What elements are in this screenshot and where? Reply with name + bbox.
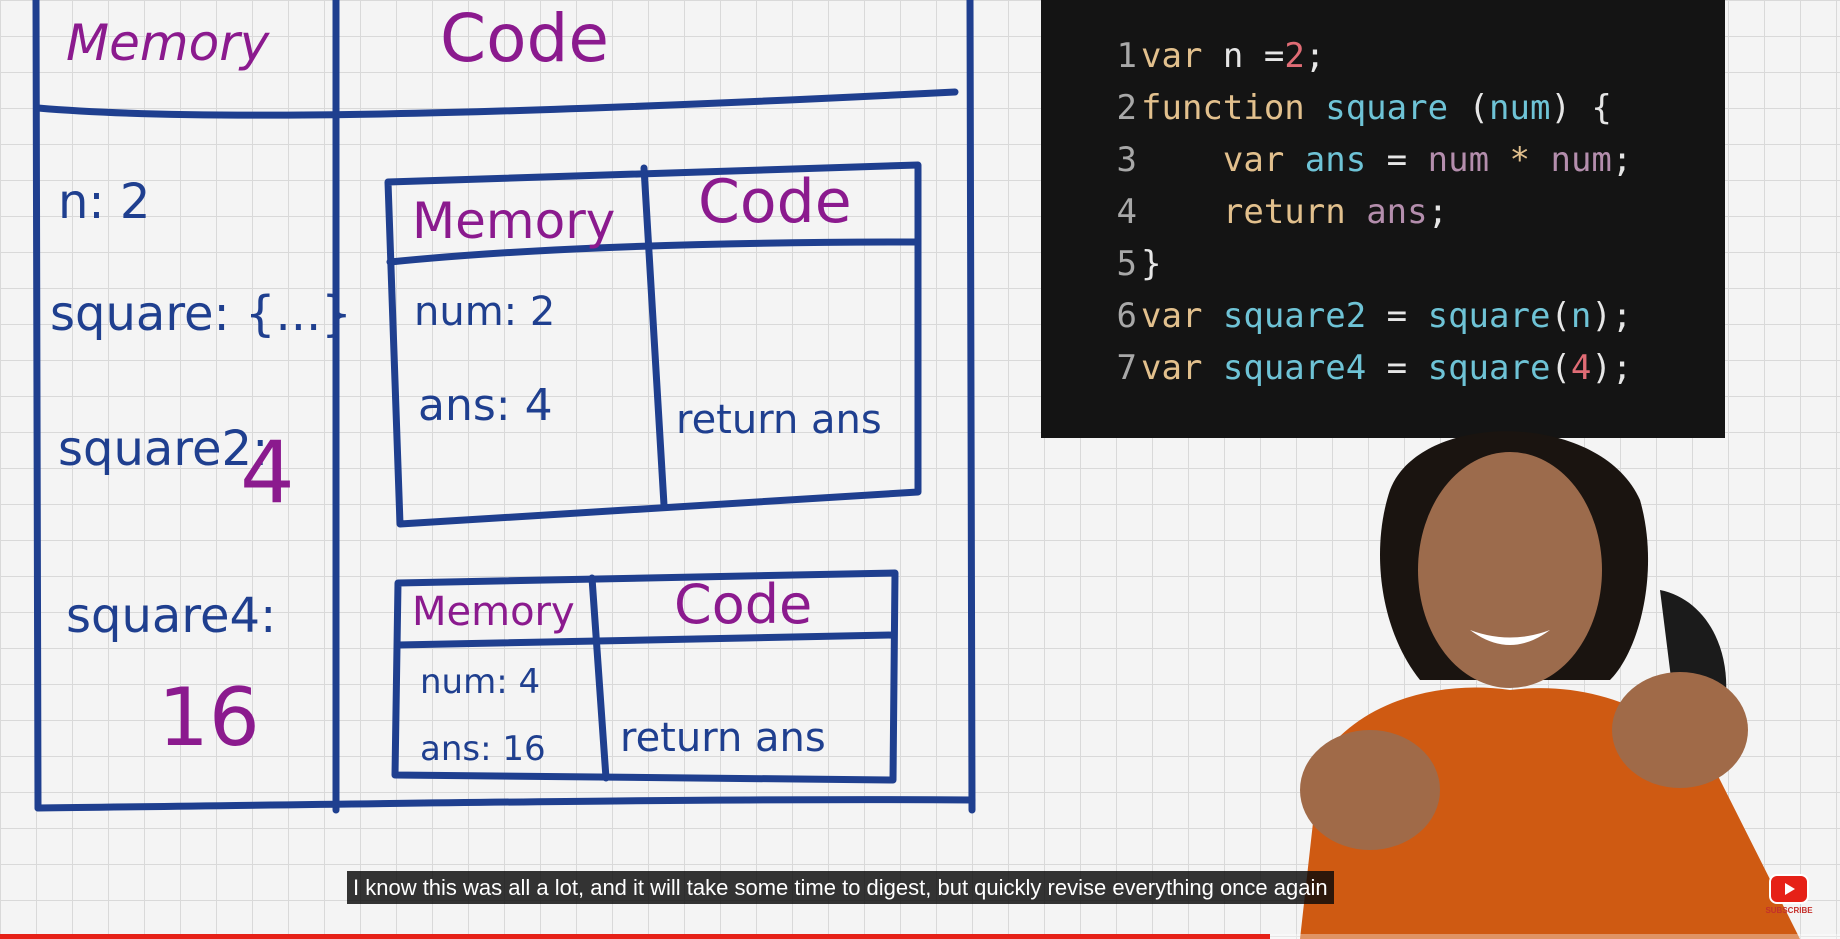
line-number: 5 bbox=[1116, 244, 1137, 284]
code-token: var bbox=[1141, 348, 1223, 388]
code-token: ); bbox=[1591, 296, 1633, 336]
code-token: num bbox=[1427, 140, 1510, 180]
line-number: 4 bbox=[1116, 192, 1137, 232]
code-token: ans bbox=[1304, 140, 1387, 180]
presenter-right-hand bbox=[1612, 672, 1748, 788]
global-square2-value: 4 bbox=[240, 423, 295, 523]
ctx1-num: num: 2 bbox=[414, 289, 556, 335]
ctx1-code-header: Code bbox=[698, 167, 852, 237]
code-token: square bbox=[1427, 296, 1551, 336]
code-token: = bbox=[1386, 348, 1428, 388]
outer-header-line bbox=[34, 88, 959, 119]
ctx2-memory-header: Memory bbox=[412, 589, 575, 635]
code-token: } bbox=[1141, 244, 1162, 284]
code-token: ans bbox=[1366, 192, 1428, 232]
ctx2-code-header: Code bbox=[674, 573, 813, 636]
global-square: square: {...} bbox=[50, 286, 352, 342]
code-token: var bbox=[1141, 296, 1223, 336]
code-line: 4 return ans; bbox=[1041, 186, 1449, 238]
code-line: 6 var square2 = square(n); bbox=[1041, 290, 1633, 342]
ctx2-num: num: 4 bbox=[420, 662, 541, 702]
code-token: square bbox=[1427, 348, 1551, 388]
code-token: square4 bbox=[1222, 348, 1387, 388]
code-token: function bbox=[1141, 88, 1326, 128]
code-line: 7 var square4 = square(4); bbox=[1041, 342, 1633, 394]
code-token: square2 bbox=[1222, 296, 1387, 336]
code-token: num bbox=[1489, 88, 1551, 128]
presenter-face bbox=[1418, 452, 1602, 688]
global-square4-value: 16 bbox=[158, 671, 260, 764]
line-number: 1 bbox=[1116, 36, 1137, 76]
subscribe-label: SUBSCRIBE bbox=[1765, 906, 1813, 915]
code-token: 2 bbox=[1284, 36, 1305, 76]
presenter-video bbox=[1300, 431, 1800, 939]
code-token: ( bbox=[1550, 296, 1571, 336]
code-line: 1 var n = 2; bbox=[1041, 30, 1326, 82]
ctx2-code: return ans bbox=[620, 715, 826, 761]
line-number: 6 bbox=[1116, 296, 1137, 336]
ctx1-ans: ans: 4 bbox=[418, 380, 553, 431]
ctx1-divider bbox=[640, 164, 668, 509]
code-line: 5} bbox=[1041, 238, 1162, 290]
subscribe-button[interactable]: SUBSCRIBE bbox=[1764, 874, 1814, 924]
code-token: n = bbox=[1222, 36, 1285, 76]
line-number: 3 bbox=[1116, 140, 1137, 180]
ctx2-divider bbox=[588, 574, 610, 782]
code-token: 4 bbox=[1570, 348, 1592, 388]
code-token: ) { bbox=[1550, 88, 1612, 128]
code-line: 3 var ans = num * num; bbox=[1041, 134, 1633, 186]
progress-bar[interactable] bbox=[0, 934, 1840, 939]
outer-code-header: Code bbox=[440, 0, 609, 77]
code-token: ; bbox=[1427, 192, 1449, 232]
outer-memory-header: Memory bbox=[66, 14, 270, 72]
line-number: 2 bbox=[1116, 88, 1137, 128]
global-square2-label: square2: bbox=[58, 421, 269, 477]
global-square4-label: square4: bbox=[66, 588, 277, 644]
code-token: var bbox=[1222, 140, 1305, 180]
outer-left-border bbox=[32, 0, 42, 812]
code-token: ; bbox=[1304, 36, 1326, 76]
global-n: n: 2 bbox=[58, 174, 151, 230]
whiteboard: Memory Code n: 2 square: {...} square2: … bbox=[0, 0, 1000, 939]
code-line: 2 function square (num) { bbox=[1041, 82, 1612, 134]
code-token: ( bbox=[1468, 88, 1490, 128]
code-token: ( bbox=[1550, 348, 1571, 388]
ctx2-header-line bbox=[394, 631, 897, 649]
code-token: var bbox=[1141, 36, 1223, 76]
code-token: return bbox=[1222, 192, 1367, 232]
ctx1-code: return ans bbox=[676, 397, 882, 443]
code-token: square bbox=[1325, 88, 1469, 128]
closed-caption: I know this was all a lot, and it will t… bbox=[347, 871, 1334, 904]
outer-bottom-border bbox=[34, 796, 976, 812]
code-token: = bbox=[1386, 296, 1428, 336]
code-token: = bbox=[1386, 140, 1428, 180]
ctx1-memory-header: Memory bbox=[412, 192, 616, 250]
presenter-left-hand bbox=[1300, 730, 1440, 850]
progress-fill bbox=[0, 934, 1270, 939]
line-number: 7 bbox=[1116, 348, 1137, 388]
code-token: ); bbox=[1591, 348, 1633, 388]
code-token: n bbox=[1570, 296, 1592, 336]
code-token: ; bbox=[1611, 140, 1633, 180]
code-token: num bbox=[1550, 140, 1612, 180]
code-panel: 1 var n = 2; 2 function square (num) {3 var … bbox=[1041, 0, 1725, 438]
youtube-play-icon bbox=[1769, 874, 1809, 904]
code-token: * bbox=[1509, 140, 1551, 180]
ctx2-ans: ans: 16 bbox=[420, 729, 546, 769]
outer-right-border bbox=[966, 0, 976, 814]
